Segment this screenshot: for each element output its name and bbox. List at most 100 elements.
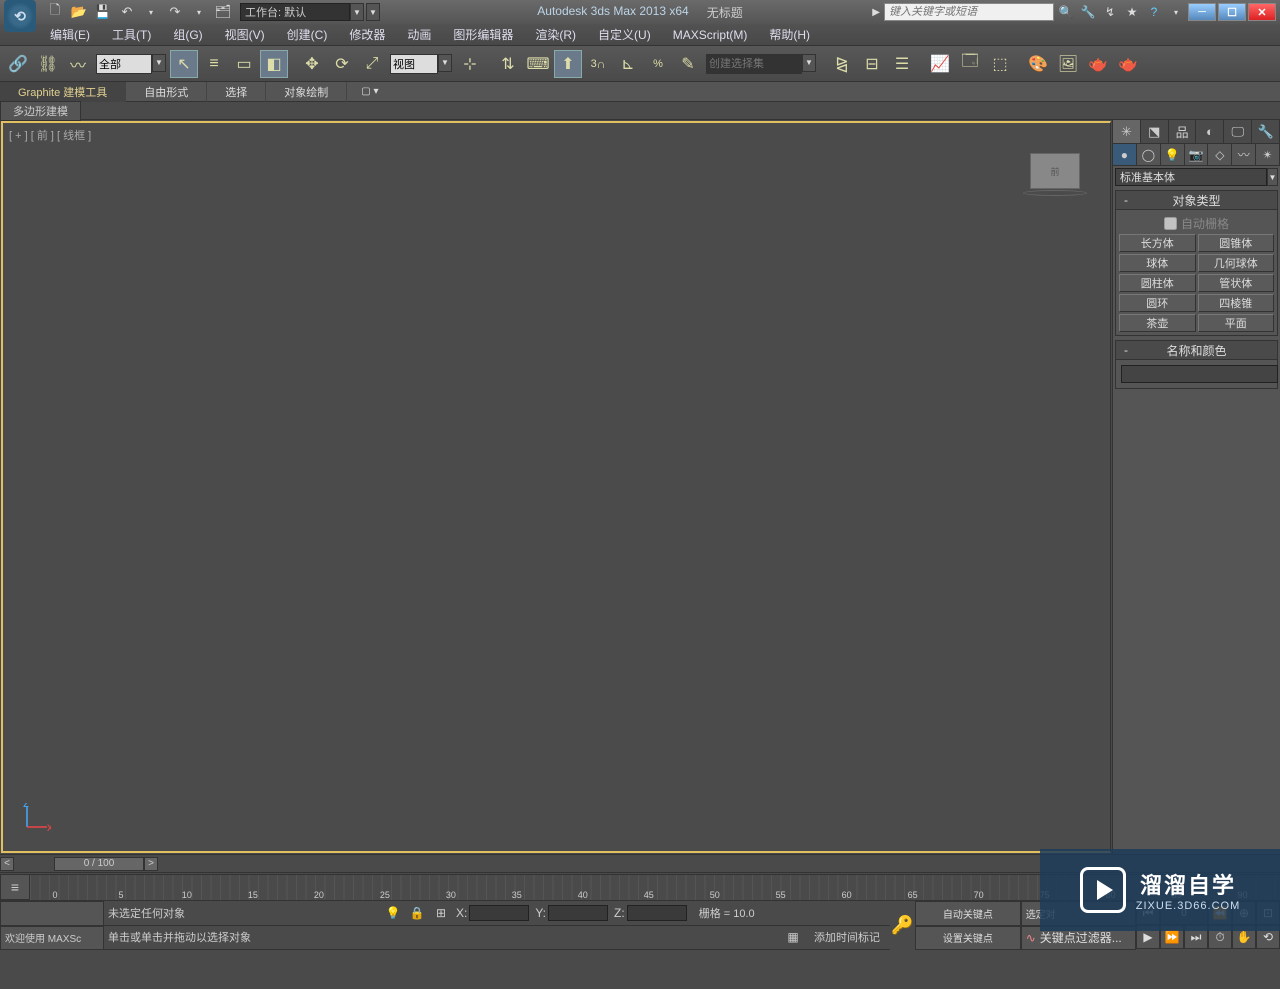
select-by-name-icon[interactable]: ≡: [200, 50, 228, 78]
spinner-snap-icon[interactable]: %: [644, 50, 672, 78]
maximize-button[interactable]: ☐: [1218, 3, 1246, 21]
help-icon[interactable]: ?: [1144, 2, 1164, 22]
tab-modify-icon[interactable]: ⬔: [1141, 120, 1169, 143]
redo-icon[interactable]: ↷: [164, 2, 186, 22]
favorites-icon[interactable]: ★: [1122, 2, 1142, 22]
search-icon[interactable]: 🔍: [1056, 2, 1076, 22]
sub-geometry-icon[interactable]: ●: [1113, 144, 1137, 165]
btn-sphere[interactable]: 球体: [1119, 254, 1196, 272]
close-button[interactable]: ✕: [1248, 3, 1276, 21]
workspace-field[interactable]: [240, 3, 350, 21]
add-time-tag[interactable]: 添加时间标记: [808, 929, 886, 945]
redo-dd-icon[interactable]: ▾: [188, 2, 210, 22]
menu-animation[interactable]: 动画: [397, 24, 441, 45]
chevron-down-icon[interactable]: ▼: [366, 3, 380, 21]
menu-create[interactable]: 创建(C): [277, 24, 338, 45]
manipulate-icon[interactable]: ⇅: [494, 50, 522, 78]
rotate-icon[interactable]: ⟳: [328, 50, 356, 78]
menu-help[interactable]: 帮助(H): [759, 24, 820, 45]
menu-rendering[interactable]: 渲染(R): [525, 24, 586, 45]
comm-center-icon[interactable]: 🔧: [1078, 2, 1098, 22]
menu-modifiers[interactable]: 修改器: [339, 24, 395, 45]
set-key-button[interactable]: 设置关键点: [915, 926, 1021, 951]
chevron-down-icon[interactable]: ▾: [1166, 2, 1186, 22]
chevron-down-icon[interactable]: ▼: [1267, 168, 1278, 186]
mini-curve-editor-icon[interactable]: ≡: [0, 874, 30, 900]
menu-graph-editors[interactable]: 图形编辑器: [443, 24, 523, 45]
x-input[interactable]: [469, 905, 529, 921]
key-icon[interactable]: 🔑: [890, 901, 915, 950]
z-input[interactable]: [627, 905, 687, 921]
tab-motion-icon[interactable]: ◐: [1196, 120, 1224, 143]
material-editor-icon[interactable]: ⬚: [986, 50, 1014, 78]
autogrid-check[interactable]: [1164, 217, 1177, 230]
sub-lights-icon[interactable]: 💡: [1161, 144, 1185, 165]
tab-object-paint[interactable]: 对象绘制: [266, 82, 347, 102]
menu-tools[interactable]: 工具(T): [102, 24, 161, 45]
prev-frame-button[interactable]: <: [0, 857, 14, 871]
project-icon[interactable]: 🗂: [212, 2, 234, 22]
select-object-icon[interactable]: ↖: [170, 50, 198, 78]
autogrid-checkbox[interactable]: 自动栅格: [1119, 213, 1274, 234]
render-production-icon[interactable]: 🫖: [1114, 50, 1142, 78]
chevron-down-icon[interactable]: ▼: [438, 54, 452, 72]
sub-shapes-icon[interactable]: ◯: [1137, 144, 1161, 165]
window-crossing-icon[interactable]: ◧: [260, 50, 288, 78]
btn-geosphere[interactable]: 几何球体: [1198, 254, 1275, 272]
ref-coord-dropdown[interactable]: ▼: [390, 54, 452, 74]
rollout-header[interactable]: - 对象类型: [1116, 191, 1277, 210]
minimize-button[interactable]: ─: [1188, 3, 1216, 21]
abs-rel-icon[interactable]: ⊞: [432, 904, 450, 922]
tab-freeform[interactable]: 自由形式: [126, 82, 207, 102]
btn-box[interactable]: 长方体: [1119, 234, 1196, 252]
undo-icon[interactable]: ↶: [116, 2, 138, 22]
rollout-header[interactable]: - 名称和颜色: [1116, 341, 1277, 360]
lock-icon[interactable]: 🔒: [408, 904, 426, 922]
auto-key-button[interactable]: 自动关键点: [915, 901, 1021, 926]
tab-hierarchy-icon[interactable]: 品: [1169, 120, 1197, 143]
link-icon[interactable]: 🔗: [4, 50, 32, 78]
menu-customize[interactable]: 自定义(U): [588, 24, 661, 45]
render-icon[interactable]: 🫖: [1084, 50, 1112, 78]
search-input[interactable]: [884, 3, 1054, 21]
sub-systems-icon[interactable]: ✴: [1256, 144, 1280, 165]
geometry-category-dropdown[interactable]: ▼: [1115, 168, 1278, 186]
search-expand-icon[interactable]: ▶: [872, 7, 880, 18]
workspace-dropdown[interactable]: ▼ ▼: [240, 3, 380, 21]
menu-views[interactable]: 视图(V): [215, 24, 275, 45]
time-slider-handle[interactable]: 0 / 100: [54, 857, 144, 871]
app-icon[interactable]: ⟲: [4, 0, 36, 32]
btn-torus[interactable]: 圆环: [1119, 294, 1196, 312]
edit-named-sel-icon[interactable]: ✎: [674, 50, 702, 78]
tab-create-icon[interactable]: ✳: [1113, 120, 1141, 143]
align-icon[interactable]: ⊟: [858, 50, 886, 78]
exchange-icon[interactable]: ↯: [1100, 2, 1120, 22]
sub-cameras-icon[interactable]: 📷: [1185, 144, 1209, 165]
btn-tube[interactable]: 管状体: [1198, 274, 1275, 292]
filter-field[interactable]: [96, 54, 152, 74]
percent-snap-icon[interactable]: ⊾: [614, 50, 642, 78]
curve-editor-icon[interactable]: 📈: [926, 50, 954, 78]
viewport-front[interactable]: [ + ] [ 前 ] [ 线框 ] 前 z x: [1, 121, 1111, 853]
new-icon[interactable]: 🗋: [44, 2, 66, 22]
tab-utilities-icon[interactable]: 🔧: [1252, 120, 1280, 143]
subtab-polymodel[interactable]: 多边形建模: [0, 101, 81, 121]
mirror-icon[interactable]: ⧎: [828, 50, 856, 78]
pivot-center-icon[interactable]: ⊹: [456, 50, 484, 78]
move-icon[interactable]: ✥: [298, 50, 326, 78]
category-field[interactable]: [1115, 168, 1267, 186]
chevron-down-icon[interactable]: ▼: [802, 54, 816, 72]
chevron-down-icon[interactable]: ▼: [152, 54, 166, 72]
sub-spacewarps-icon[interactable]: 〰: [1232, 144, 1256, 165]
object-name-input[interactable]: [1121, 365, 1278, 383]
scale-icon[interactable]: ⤢: [358, 50, 386, 78]
undo-dd-icon[interactable]: ▾: [140, 2, 162, 22]
render-frame-icon[interactable]: 🖼: [1054, 50, 1082, 78]
btn-teapot[interactable]: 茶壶: [1119, 314, 1196, 332]
schematic-view-icon[interactable]: 🗔: [956, 50, 984, 78]
layers-icon[interactable]: ☰: [888, 50, 916, 78]
btn-plane[interactable]: 平面: [1198, 314, 1275, 332]
refcoord-field[interactable]: [390, 54, 438, 74]
ribbon-expand-button[interactable]: ▢ ▾: [355, 86, 384, 97]
tab-display-icon[interactable]: 🖵: [1224, 120, 1252, 143]
